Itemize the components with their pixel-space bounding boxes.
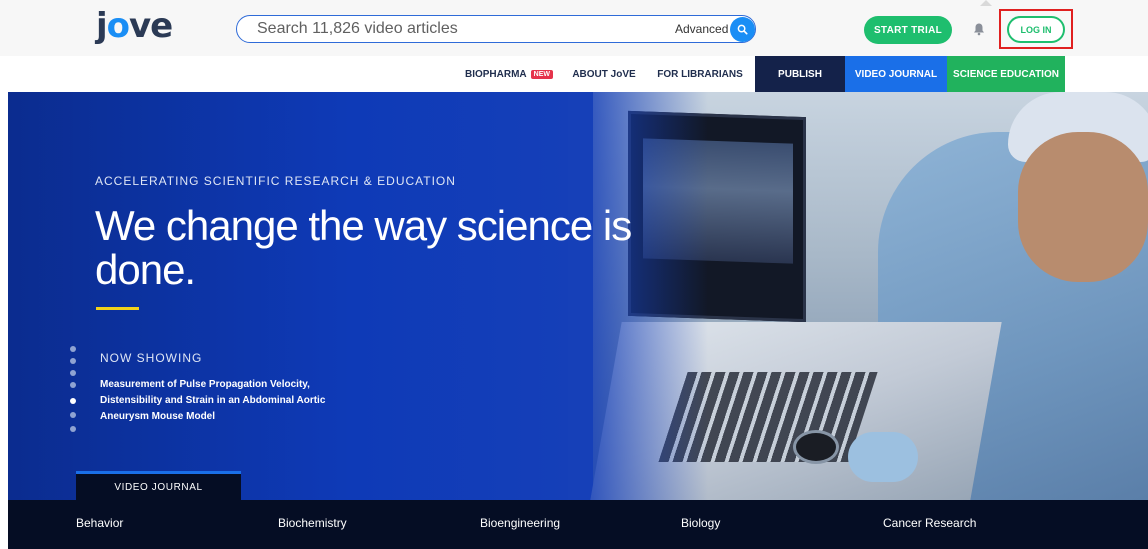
headline-accent-bar <box>96 307 139 310</box>
slide-dot[interactable] <box>70 370 76 376</box>
researcher-hand <box>848 432 918 482</box>
search-bar: Advanced <box>236 15 756 43</box>
login-button[interactable]: LOG IN <box>1007 16 1065 43</box>
nav-publish[interactable]: PUBLISH <box>755 56 845 92</box>
nav-about-jove[interactable]: ABOUT JoVE <box>565 56 643 92</box>
search-input[interactable] <box>257 19 647 39</box>
nav-item-label: PUBLISH <box>778 68 822 80</box>
new-badge: NEW <box>530 69 553 79</box>
nav-video-journal[interactable]: VIDEO JOURNAL <box>845 56 947 92</box>
tab-video-journal[interactable]: VIDEO JOURNAL <box>76 471 241 500</box>
nav-item-label: SCIENCE EDUCATION <box>953 68 1059 80</box>
nav-science-education[interactable]: SCIENCE EDUCATION <box>947 56 1065 92</box>
nav-for-librarians[interactable]: FOR LIBRARIANS <box>652 56 748 92</box>
hero-banner: ACCELERATING SCIENTIFIC RESEARCH & EDUCA… <box>8 92 1148 500</box>
hero-headline: We change the way science is done. <box>95 202 632 293</box>
category-biology[interactable]: Biology <box>681 516 720 530</box>
hero-gradient-overlay <box>568 92 708 500</box>
category-bar: Behavior Biochemistry Bioengineering Bio… <box>8 500 1148 549</box>
now-showing-title[interactable]: Measurement of Pulse Propagation Velocit… <box>100 377 370 425</box>
advanced-search-link[interactable]: Advanced <box>675 22 728 36</box>
slide-dot[interactable] <box>70 358 76 364</box>
bell-icon[interactable] <box>972 22 986 36</box>
start-trial-button[interactable]: START TRIAL <box>864 16 952 44</box>
nav-item-label: ABOUT JoVE <box>572 68 636 80</box>
now-showing-label: NOW SHOWING <box>100 351 203 365</box>
search-icon <box>737 24 748 35</box>
nav-biopharma[interactable]: BIOPHARMA NEW <box>456 56 562 92</box>
nav-item-label: VIDEO JOURNAL <box>854 68 938 80</box>
slide-pagination <box>70 346 78 442</box>
console-trackball <box>793 430 839 464</box>
main-nav: BIOPHARMA NEW ABOUT JoVE FOR LIBRARIANS … <box>0 56 1148 92</box>
top-header: jove Advanced START TRIAL LOG IN <box>0 0 1148 56</box>
jove-logo[interactable]: jove <box>96 6 173 46</box>
slide-dot[interactable] <box>70 346 76 352</box>
slide-dot-active[interactable] <box>70 398 76 404</box>
slide-dot[interactable] <box>70 426 76 432</box>
category-cancer-research[interactable]: Cancer Research <box>883 516 976 530</box>
nav-item-label: FOR LIBRARIANS <box>657 68 743 80</box>
slide-dot[interactable] <box>70 412 76 418</box>
category-behavior[interactable]: Behavior <box>76 516 123 530</box>
researcher-head <box>1018 132 1148 282</box>
category-biochemistry[interactable]: Biochemistry <box>278 516 347 530</box>
slide-dot[interactable] <box>70 382 76 388</box>
hero-kicker: ACCELERATING SCIENTIFIC RESEARCH & EDUCA… <box>95 174 456 188</box>
login-tooltip-caret <box>980 0 992 6</box>
category-bioengineering[interactable]: Bioengineering <box>480 516 560 530</box>
nav-item-label: BIOPHARMA <box>464 68 527 80</box>
search-button[interactable] <box>730 17 755 42</box>
